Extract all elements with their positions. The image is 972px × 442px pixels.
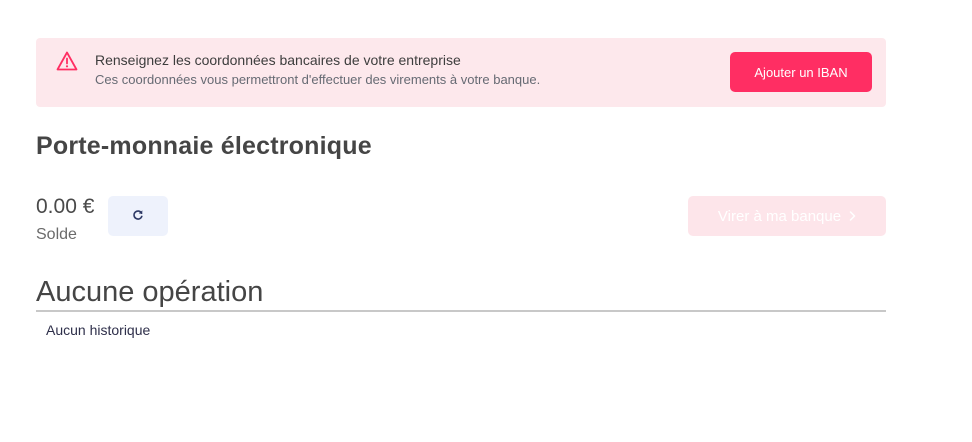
- iban-alert-banner: Renseignez les coordonnées bancaires de …: [36, 38, 886, 107]
- refresh-icon: [132, 209, 144, 224]
- warning-icon: [56, 51, 78, 71]
- alert-title: Renseignez les coordonnées bancaires de …: [95, 52, 461, 68]
- balance-label: Solde: [36, 226, 77, 243]
- alert-subtitle: Ces coordonnées vous permettront d'effec…: [95, 72, 541, 87]
- operations-empty-text: Aucun historique: [46, 322, 151, 338]
- wallet-page: Renseignez les coordonnées bancaires de …: [0, 0, 972, 442]
- transfer-to-bank-button[interactable]: Virer à ma banque: [688, 196, 886, 236]
- transfer-button-label: Virer à ma banque: [717, 207, 842, 225]
- operations-title: Aucune opération: [36, 276, 264, 308]
- chevron-right-icon: [849, 208, 856, 225]
- operations-divider: [36, 310, 886, 312]
- add-iban-button[interactable]: Ajouter un IBAN: [730, 52, 872, 92]
- page-title: Porte-monnaie électronique: [36, 132, 372, 160]
- refresh-balance-button[interactable]: [108, 196, 168, 236]
- balance-amount: 0.00 €: [36, 195, 95, 218]
